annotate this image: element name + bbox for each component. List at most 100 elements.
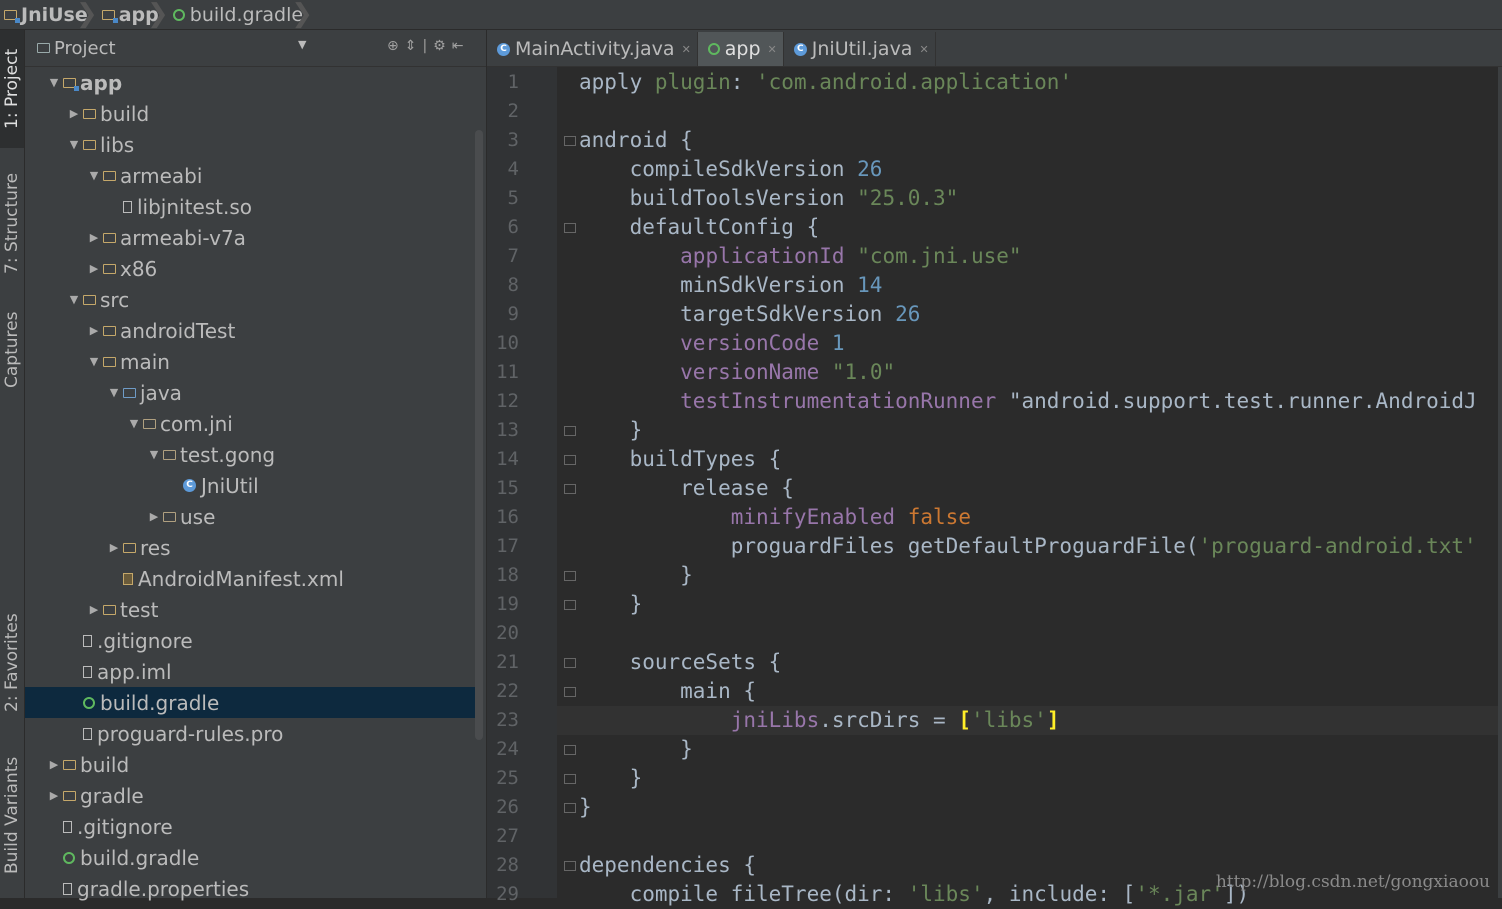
chevron-down-icon[interactable]: ▼ — [45, 76, 63, 89]
code-line[interactable]: applicationId "com.jni.use" — [579, 242, 1021, 271]
tool-tab-build-variants[interactable]: Build Variants — [0, 740, 24, 890]
fold-marker-icon[interactable] — [564, 600, 576, 610]
project-view-selector[interactable]: Project — [37, 38, 116, 59]
close-icon[interactable]: ✕ — [919, 43, 928, 56]
chevron-down-icon[interactable]: ▼ — [65, 138, 83, 151]
breadcrumb-module[interactable]: app ❯ — [98, 0, 169, 30]
tree-item[interactable]: build.gradle — [25, 687, 475, 718]
code-line[interactable]: buildToolsVersion "25.0.3" — [579, 184, 959, 213]
editor-tab[interactable]: app ✕ — [697, 32, 784, 66]
chevron-down-icon[interactable]: ▼ — [105, 386, 123, 399]
tree-item[interactable]: .gitignore — [25, 811, 475, 842]
fold-marker-icon[interactable] — [564, 658, 576, 668]
editor-tab[interactable]: C JniUtil.java ✕ — [784, 32, 936, 66]
code-line[interactable]: } — [579, 735, 693, 764]
chevron-down-icon[interactable]: ▼ — [85, 355, 103, 368]
tool-tab-favorites[interactable]: 2: Favorites — [0, 600, 24, 725]
fold-marker-icon[interactable] — [564, 861, 576, 871]
tree-item[interactable]: gradle.properties — [25, 873, 475, 904]
code-line[interactable]: apply plugin: 'com.android.application' — [579, 68, 1072, 97]
tree-item[interactable]: build.gradle — [25, 842, 475, 873]
code-line[interactable]: } — [579, 764, 643, 793]
code-line[interactable]: versionName "1.0" — [579, 358, 895, 387]
tree-item[interactable]: ▼ libs — [25, 129, 475, 160]
chevron-right-icon[interactable]: ▶ — [45, 758, 63, 771]
code-line[interactable]: compile fileTree(dir: 'libs', include: [… — [579, 880, 1250, 909]
code-line[interactable]: android { — [579, 126, 693, 155]
tree-item[interactable]: ▶ build — [25, 749, 475, 780]
code-line[interactable]: dependencies { — [579, 851, 756, 880]
fold-marker-icon[interactable] — [564, 455, 576, 465]
code-line[interactable]: main { — [579, 677, 756, 706]
tree-item[interactable]: ▶ use — [25, 501, 475, 532]
panel-toolbar[interactable]: ⊕⇕|⚙⇤ — [387, 38, 469, 54]
chevron-right-icon[interactable]: ▶ — [85, 324, 103, 337]
chevron-right-icon[interactable]: ▶ — [145, 510, 163, 523]
code-line[interactable]: } — [579, 416, 643, 445]
tree-item[interactable]: ▼ main — [25, 346, 475, 377]
code-line[interactable]: sourceSets { — [579, 648, 782, 677]
chevron-down-icon[interactable]: ▼ — [298, 38, 306, 51]
code-line[interactable]: } — [579, 793, 592, 822]
fold-marker-icon[interactable] — [564, 571, 576, 581]
tree-item[interactable]: ▶ armeabi-v7a — [25, 222, 475, 253]
fold-marker-icon[interactable] — [564, 136, 576, 146]
code-line[interactable]: proguardFiles getDefaultProguardFile('pr… — [579, 532, 1477, 561]
tree-item[interactable]: ▶ androidTest — [25, 315, 475, 346]
editor-scrollbar[interactable] — [1498, 67, 1502, 898]
code-line[interactable]: minSdkVersion 14 — [579, 271, 882, 300]
code-line[interactable]: defaultConfig { — [579, 213, 820, 242]
code-line[interactable]: targetSdkVersion 26 — [579, 300, 920, 329]
fold-marker-icon[interactable] — [564, 803, 576, 813]
code-line[interactable]: minifyEnabled false — [579, 503, 971, 532]
tree-item[interactable]: ▶ test — [25, 594, 475, 625]
chevron-down-icon[interactable]: ▼ — [125, 417, 143, 430]
tree-item[interactable]: app.iml — [25, 656, 475, 687]
tree-item[interactable]: AndroidManifest.xml — [25, 563, 475, 594]
tree-item[interactable]: ▶ build — [25, 98, 475, 129]
tree-item[interactable]: ▼ app — [25, 67, 475, 98]
chevron-right-icon[interactable]: ▶ — [105, 541, 123, 554]
project-scrollbar[interactable] — [475, 130, 483, 740]
tree-item[interactable]: ▼ src — [25, 284, 475, 315]
code-line[interactable]: } — [579, 561, 693, 590]
chevron-down-icon[interactable]: ▼ — [145, 448, 163, 461]
chevron-right-icon[interactable]: ▶ — [85, 231, 103, 244]
code-line[interactable]: jniLibs.srcDirs = ['libs'] — [579, 706, 1060, 735]
fold-marker-icon[interactable] — [564, 687, 576, 697]
editor-tab[interactable]: C MainActivity.java ✕ — [487, 32, 698, 66]
chevron-down-icon[interactable]: ▼ — [65, 293, 83, 306]
tree-item[interactable]: ▶ gradle — [25, 780, 475, 811]
code-line[interactable]: compileSdkVersion 26 — [579, 155, 883, 184]
tree-item[interactable]: ▼ com.jni — [25, 408, 475, 439]
chevron-right-icon[interactable]: ▶ — [65, 107, 83, 120]
code-line[interactable]: buildTypes { — [579, 445, 782, 474]
chevron-right-icon[interactable]: ▶ — [85, 603, 103, 616]
tool-tab-project[interactable]: 1: Project — [0, 30, 24, 148]
code-line[interactable]: release { — [579, 474, 794, 503]
tree-item[interactable]: ▼ test.gong — [25, 439, 475, 470]
tree-item[interactable]: ▶ res — [25, 532, 475, 563]
tree-item[interactable]: proguard-rules.pro — [25, 718, 475, 749]
tree-item[interactable]: C JniUtil — [25, 470, 475, 501]
fold-marker-icon[interactable] — [564, 223, 576, 233]
code-line[interactable]: testInstrumentationRunner "android.suppo… — [579, 387, 1477, 416]
code-line[interactable]: versionCode 1 — [579, 329, 844, 358]
code-line[interactable]: } — [579, 590, 643, 619]
breadcrumb-file[interactable]: build.gradle ❯ — [169, 0, 313, 30]
fold-marker-icon[interactable] — [564, 484, 576, 494]
fold-marker-icon[interactable] — [564, 745, 576, 755]
tree-item[interactable]: ▼ java — [25, 377, 475, 408]
tree-item[interactable]: .gitignore — [25, 625, 475, 656]
tree-item[interactable]: ▶ x86 — [25, 253, 475, 284]
close-icon[interactable]: ✕ — [682, 43, 691, 56]
tool-tab-captures[interactable]: Captures — [0, 298, 24, 402]
close-icon[interactable]: ✕ — [768, 43, 777, 56]
tool-tab-structure[interactable]: 7: Structure — [0, 158, 24, 288]
fold-marker-icon[interactable] — [564, 774, 576, 784]
breadcrumb-project[interactable]: JniUse ❯ — [0, 0, 98, 30]
chevron-right-icon[interactable]: ▶ — [45, 789, 63, 802]
fold-marker-icon[interactable] — [564, 426, 576, 436]
chevron-right-icon[interactable]: ▶ — [85, 262, 103, 275]
chevron-down-icon[interactable]: ▼ — [85, 169, 103, 182]
